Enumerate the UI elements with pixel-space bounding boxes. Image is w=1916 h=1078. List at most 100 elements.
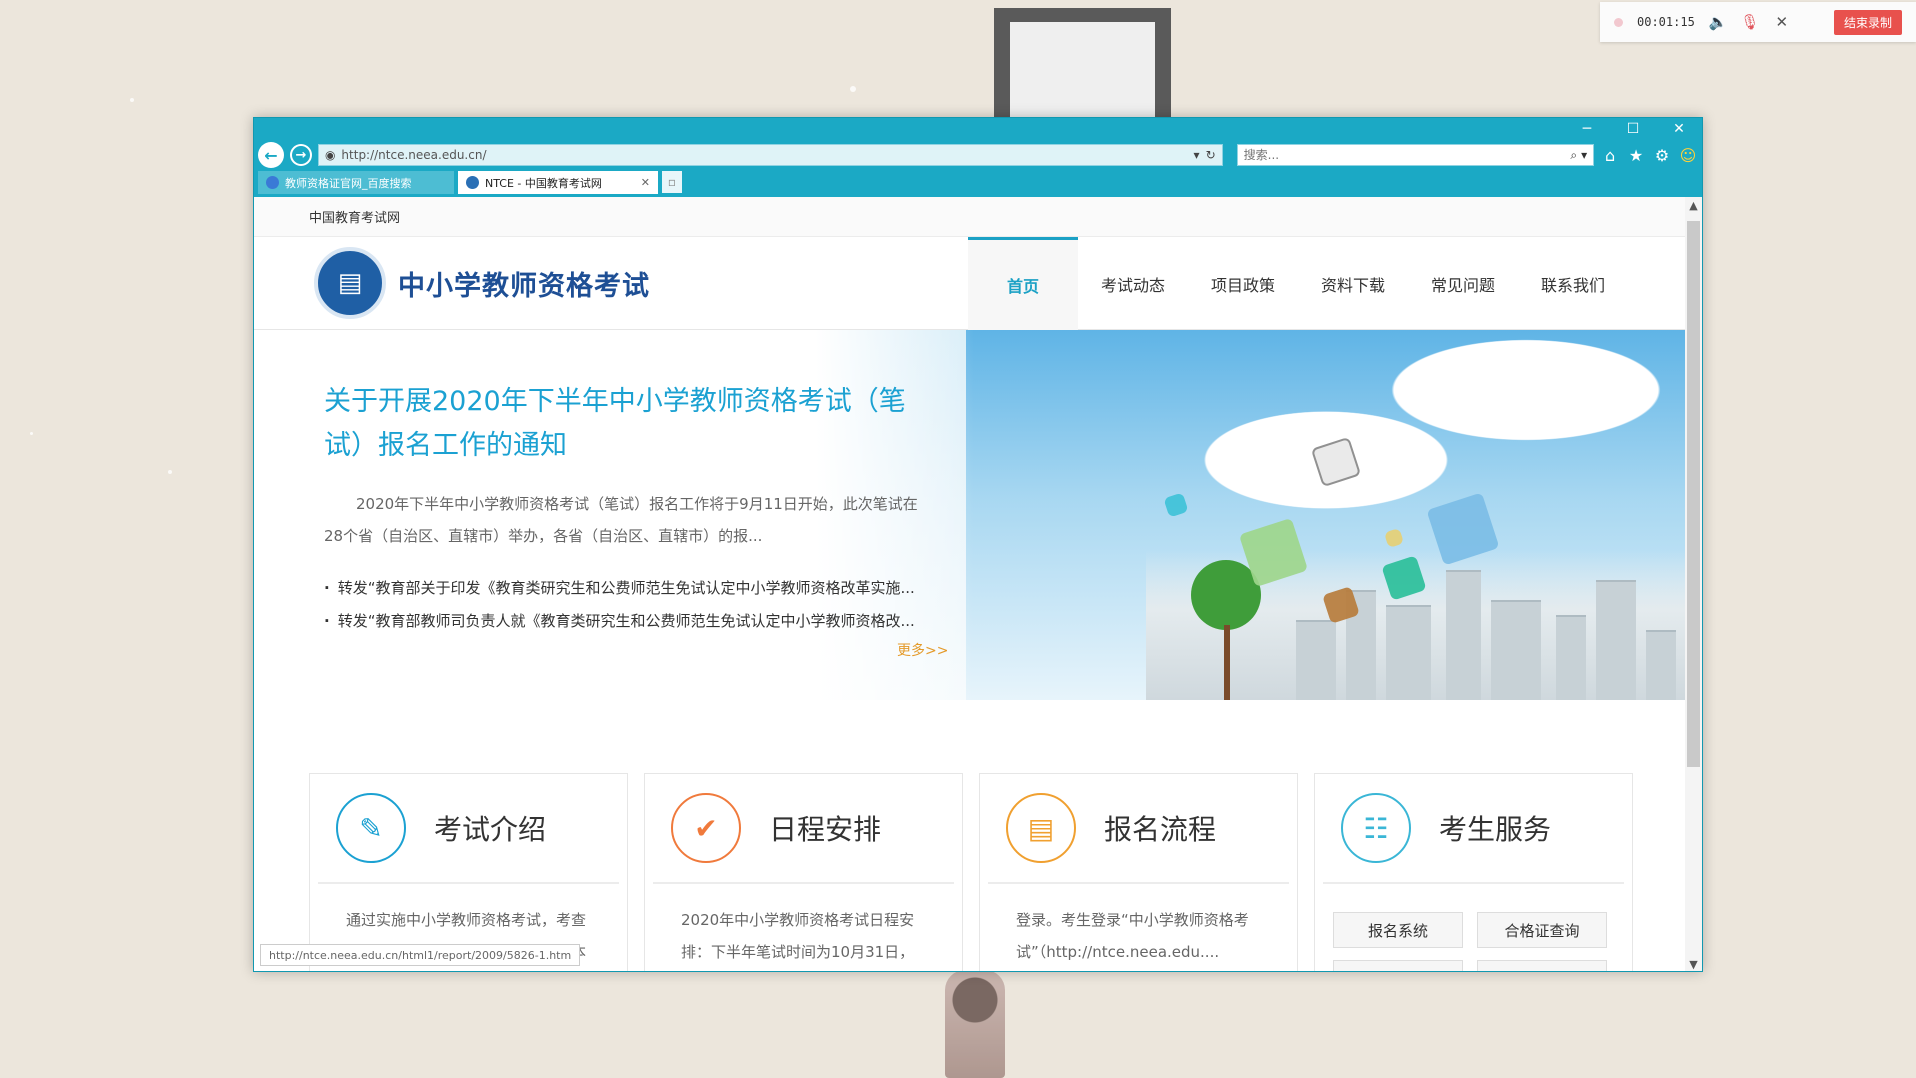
desktop-decoration	[30, 432, 33, 435]
mic-muted-icon[interactable]: 🎙	[1740, 13, 1759, 31]
close-window-icon[interactable]: ✕	[1666, 121, 1692, 137]
desktop-decoration	[168, 470, 172, 474]
nav-contact[interactable]: 联系我们	[1518, 237, 1628, 330]
document-edit-icon: ✎	[336, 793, 406, 863]
building	[1446, 570, 1481, 700]
registration-system-button[interactable]: 报名系统	[1333, 912, 1463, 948]
qualification-certification-button[interactable]: 教师资格认定	[1477, 960, 1607, 971]
building	[1646, 630, 1676, 700]
nav-home[interactable]: 首页	[968, 237, 1078, 330]
news-link[interactable]: 转发“教育部关于印发《教育类研究生和公费师范生免试认定中小学教师资格改革实施..…	[324, 572, 964, 605]
refresh-icon[interactable]: ↻	[1206, 148, 1216, 162]
desktop-figure	[945, 970, 1005, 1078]
card-text: 2020年中小学教师资格考试日程安排：下半年笔试时间为10月31日，下半年面试时…	[681, 911, 915, 961]
nav-exam-news[interactable]: 考试动态	[1078, 237, 1188, 330]
logo-emblem-icon: ▤	[314, 247, 386, 319]
screen-recorder-bar: 00:01:15 🔈 🎙 ✕ 结束录制	[1600, 2, 1916, 42]
address-bar[interactable]: ◉ http://ntce.neea.edu.cn/ ▾ ↻	[317, 144, 1223, 166]
hero-sky-illustration	[966, 330, 1686, 700]
checkmark-icon: ✔	[671, 793, 741, 863]
browser-chrome: ─ ☐ ✕ ← → ◉ http://ntce.neea.edu.cn/ ▾ ↻…	[254, 118, 1702, 197]
card-candidate-services: ☷ 考生服务 报名系统 合格证查询 成绩查询 教师资格认定	[1314, 773, 1633, 971]
search-icon[interactable]: ⌕	[1570, 148, 1577, 163]
more-link[interactable]: 更多>>	[897, 640, 948, 660]
service-buttons: 报名系统 合格证查询 成绩查询 教师资格认定	[1315, 884, 1632, 971]
tab-close-icon[interactable]: ✕	[641, 176, 650, 189]
close-icon[interactable]: ✕	[1773, 13, 1791, 31]
address-url[interactable]: http://ntce.neea.edu.cn/	[341, 148, 1187, 162]
browser-window: ─ ☐ ✕ ← → ◉ http://ntce.neea.edu.cn/ ▾ ↻…	[253, 117, 1703, 972]
speaker-icon[interactable]: 🔈	[1708, 13, 1727, 31]
favorites-star-icon[interactable]: ★	[1626, 146, 1646, 165]
card-header: ▤ 报名流程	[988, 774, 1289, 884]
card-title: 考试介绍	[434, 813, 547, 846]
scroll-down-icon[interactable]: ▼	[1685, 956, 1702, 971]
maximize-icon[interactable]: ☐	[1620, 121, 1646, 137]
card-exam-intro[interactable]: ✎ 考试介绍 通过实施中小学教师资格考试，考查申请人是否具备教师职业道德、基本素…	[309, 773, 628, 971]
stop-recording-button[interactable]: 结束录制	[1833, 9, 1902, 35]
search-box[interactable]: ⌕ ▾	[1236, 144, 1595, 166]
nav-policy[interactable]: 项目政策	[1188, 237, 1298, 330]
nav-downloads[interactable]: 资料下载	[1298, 237, 1408, 330]
tab-label: NTCE - 中国教育考试网	[485, 176, 602, 190]
building	[1596, 580, 1636, 700]
hero-description: 2020年下半年中小学教师资格考试（笔试）报名工作将于9月11日开始，此次笔试在…	[324, 495, 918, 545]
forward-arrow-icon[interactable]: →	[289, 144, 312, 166]
news-link[interactable]: 转发“教育部教师司负责人就《教育类研究生和公费师范生免试认定中小学教师资格改..…	[324, 605, 964, 638]
tab-baidu-search[interactable]: 教师资格证官网_百度搜索	[258, 171, 454, 194]
desktop-decoration	[130, 98, 134, 102]
search-dropdown-icon[interactable]: ▾	[1581, 148, 1587, 162]
certificate-query-button[interactable]: 合格证查询	[1477, 912, 1607, 948]
ntce-favicon-icon	[466, 176, 479, 189]
cube-decoration	[1163, 492, 1189, 518]
new-tab-button[interactable]: ▫	[662, 171, 682, 193]
card-header: ✎ 考试介绍	[318, 774, 619, 884]
feedback-smiley-icon[interactable]: ☺	[1678, 146, 1698, 165]
record-time: 00:01:15	[1637, 15, 1695, 29]
home-icon[interactable]: ⌂	[1600, 146, 1620, 165]
feature-cards: ✎ 考试介绍 通过实施中小学教师资格考试，考查申请人是否具备教师职业道德、基本素…	[309, 773, 1633, 971]
status-bar-url: http://ntce.neea.edu.cn/html1/report/200…	[260, 944, 581, 966]
tree-trunk	[1224, 625, 1230, 700]
navigation-row: ← → ◉ http://ntce.neea.edu.cn/ ▾ ↻ ⌕ ▾ ⌂…	[258, 142, 1698, 168]
scroll-up-icon[interactable]: ▲	[1685, 197, 1702, 214]
building	[1296, 620, 1336, 700]
nav-faq[interactable]: 常见问题	[1408, 237, 1518, 330]
vertical-scrollbar[interactable]: ▲ ▼	[1685, 197, 1702, 971]
building	[1556, 615, 1586, 700]
card-text: 登录。考生登录“中小学教师资格考试”（http://ntce.neea.edu.…	[1016, 911, 1249, 961]
page-viewport: 中国教育考试网 ▤ 中小学教师资格考试 首页 考试动态 项目政策 资料下载 常见…	[254, 197, 1686, 971]
site-header: ▤ 中小学教师资格考试 首页 考试动态 项目政策 资料下载 常见问题 联系我们	[254, 237, 1686, 330]
tab-ntce[interactable]: NTCE - 中国教育考试网 ✕	[458, 171, 658, 194]
site-logo[interactable]: ▤ 中小学教师资格考试	[314, 247, 650, 319]
baidu-favicon-icon	[266, 176, 279, 189]
building	[1491, 600, 1541, 700]
building	[1386, 605, 1431, 700]
card-registration[interactable]: ▤ 报名流程 登录。考生登录“中小学教师资格考试”（http://ntce.ne…	[979, 773, 1298, 971]
desktop-stand-inner	[1010, 22, 1155, 120]
contact-book-icon: ☷	[1341, 793, 1411, 863]
hero-title[interactable]: 关于开展2020年下半年中小学教师资格考试（笔试）报名工作的通知	[324, 380, 924, 468]
card-title: 报名流程	[1104, 813, 1217, 846]
minimize-icon[interactable]: ─	[1574, 121, 1600, 137]
card-schedule[interactable]: ✔ 日程安排 2020年中小学教师资格考试日程安排：下半年笔试时间为10月31日…	[644, 773, 963, 971]
main-nav: 首页 考试动态 项目政策 资料下载 常见问题 联系我们	[968, 237, 1628, 330]
settings-gear-icon[interactable]: ⚙	[1652, 146, 1672, 165]
score-query-button[interactable]: 成绩查询	[1333, 960, 1463, 971]
cube-decoration	[1310, 436, 1362, 488]
form-icon: ▤	[1006, 793, 1076, 863]
tab-label: 教师资格证官网_百度搜索	[285, 176, 412, 190]
back-arrow-icon[interactable]: ←	[258, 142, 284, 168]
record-dot-icon	[1614, 17, 1623, 27]
logo-title: 中小学教师资格考试	[398, 270, 650, 302]
tab-strip: 教师资格证官网_百度搜索 NTCE - 中国教育考试网 ✕ ▫	[258, 171, 682, 195]
card-title: 日程安排	[769, 813, 882, 846]
scroll-thumb[interactable]	[1687, 221, 1700, 767]
hero-news-list: 转发“教育部关于印发《教育类研究生和公费师范生免试认定中小学教师资格改革实施..…	[324, 572, 964, 638]
search-input[interactable]	[1243, 148, 1571, 162]
top-site-label[interactable]: 中国教育考试网	[254, 197, 1686, 237]
dropdown-icon[interactable]: ▾	[1194, 148, 1200, 162]
hero-banner: 关于开展2020年下半年中小学教师资格考试（笔试）报名工作的通知 2020年下半…	[254, 330, 1686, 700]
site-favicon-icon: ◉	[324, 148, 336, 162]
desktop-decoration	[850, 86, 856, 92]
